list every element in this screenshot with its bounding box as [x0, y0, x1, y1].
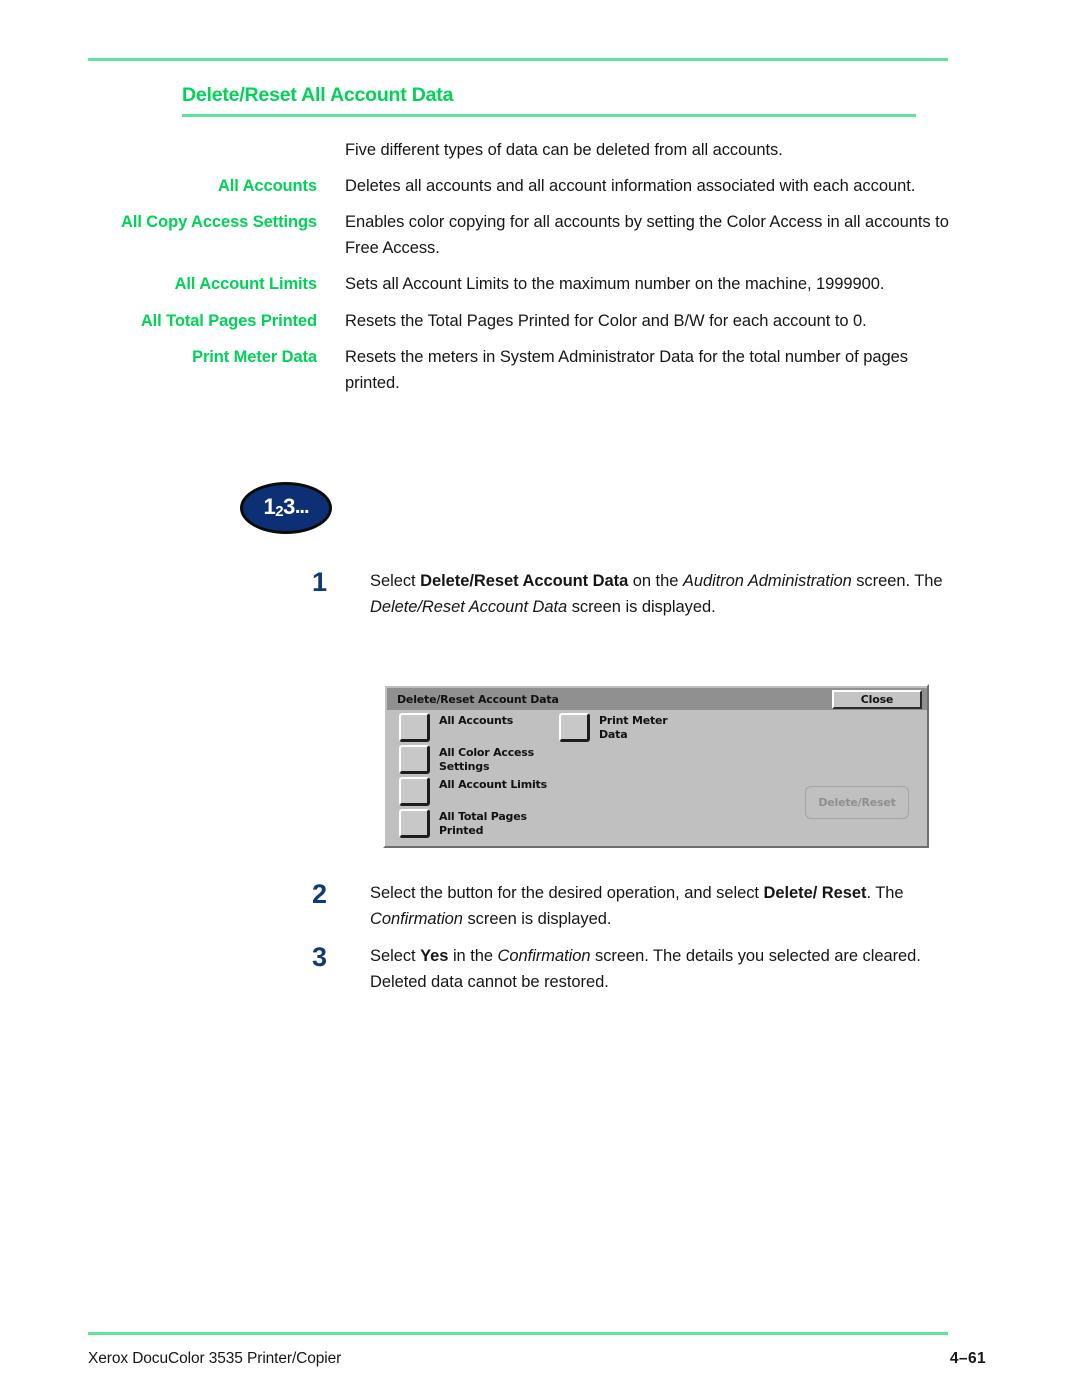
description-print-meter-data: Resets the meters in System Administrato…	[345, 348, 908, 392]
option-button-icon[interactable]	[399, 745, 430, 774]
badge-digit-3: 3	[283, 494, 295, 519]
procedure-step-1: 1 Select Delete/Reset Account Data on th…	[312, 568, 960, 620]
top-rule	[88, 58, 948, 61]
intro-term-spacer	[88, 138, 345, 164]
definition-row: All Total Pages Printed Resets the Total…	[88, 309, 958, 335]
badge-ellipsis: ...	[294, 495, 310, 518]
option-button-icon[interactable]	[399, 809, 430, 838]
description-all-accounts: Deletes all accounts and all account inf…	[345, 176, 916, 195]
definition-list: Five different types of data can be dele…	[88, 138, 958, 407]
option-label-all-accounts: All Accounts	[439, 714, 514, 727]
delete-reset-button[interactable]: Delete/Reset	[805, 786, 909, 819]
term-all-account-limits: All Account Limits	[174, 275, 318, 293]
option-button-icon[interactable]	[399, 713, 430, 742]
option-print-meter-data[interactable]: Print Meter Data	[559, 713, 668, 742]
option-label-all-account-limits: All Account Limits	[439, 778, 547, 791]
step-text-3: Select Yes in the Confirmation screen. T…	[370, 947, 921, 991]
term-all-accounts: All Accounts	[217, 176, 317, 195]
option-all-accounts[interactable]: All Accounts	[399, 713, 513, 742]
option-label-print-meter-data: Print Meter Data	[599, 714, 668, 741]
footer-page-number: 4–61	[949, 1350, 986, 1367]
definition-row: All Account Limits Sets all Account Limi…	[88, 272, 958, 298]
intro-row: Five different types of data can be dele…	[88, 138, 958, 164]
option-button-icon[interactable]	[399, 777, 430, 806]
definition-row: All Accounts Deletes all accounts and al…	[88, 174, 958, 200]
option-all-total-pages-printed[interactable]: All Total Pages Printed	[399, 809, 527, 838]
term-all-copy-access-settings: All Copy Access Settings	[121, 213, 317, 231]
option-button-icon[interactable]	[559, 713, 590, 742]
device-screenshot-panel: Delete/Reset Account Data Close All Acco…	[383, 684, 929, 848]
option-all-account-limits[interactable]: All Account Limits	[399, 777, 547, 806]
step-number-2: 2	[312, 879, 327, 909]
step-number-3: 3	[312, 942, 327, 972]
badge-digit-1: 1	[263, 494, 276, 519]
option-label-all-color-access-settings: All Color Access Settings	[439, 746, 535, 773]
close-button[interactable]: Close	[832, 690, 922, 709]
device-titlebar: Delete/Reset Account Data Close	[387, 688, 927, 710]
step-text-2: Select the button for the desired operat…	[370, 884, 904, 928]
heading-underline-rule	[182, 114, 916, 117]
term-print-meter-data: Print Meter Data	[192, 348, 317, 366]
procedure-step-3: 3 Select Yes in the Confirmation screen.…	[312, 943, 960, 995]
step-number-1: 1	[312, 567, 327, 597]
procedure-step-2: 2 Select the button for the desired oper…	[312, 880, 960, 932]
intro-text: Five different types of data can be dele…	[345, 141, 783, 159]
option-label-all-total-pages-printed: All Total Pages Printed	[439, 810, 527, 837]
definition-row: Print Meter Data Resets the meters in Sy…	[88, 345, 958, 396]
definition-row: All Copy Access Settings Enables color c…	[88, 210, 958, 261]
footer-rule	[88, 1332, 948, 1335]
footer-product-name: Xerox DocuColor 3535 Printer/Copier	[88, 1350, 342, 1367]
numbered-steps-badge-icon: 1 2 3...	[240, 482, 332, 534]
term-all-total-pages-printed: All Total Pages Printed	[140, 311, 317, 330]
option-all-color-access-settings[interactable]: All Color Access Settings	[399, 745, 534, 774]
numbered-steps-badge-label: 1 2 3...	[243, 485, 329, 531]
device-body: All Accounts All Color Access Settings A…	[387, 710, 927, 844]
description-all-copy-access-settings: Enables color copying for all accounts b…	[345, 213, 949, 257]
device-screen-title: Delete/Reset Account Data	[397, 692, 559, 706]
description-all-account-limits: Sets all Account Limits to the maximum n…	[345, 275, 885, 293]
page-title: Delete/Reset All Account Data	[182, 84, 454, 106]
description-all-total-pages-printed: Resets the Total Pages Printed for Color…	[345, 311, 867, 330]
document-page: Delete/Reset All Account Data Five diffe…	[0, 0, 1080, 1397]
badge-digit-2: 2	[275, 502, 284, 520]
step-text-1: Select Delete/Reset Account Data on the …	[370, 572, 943, 616]
